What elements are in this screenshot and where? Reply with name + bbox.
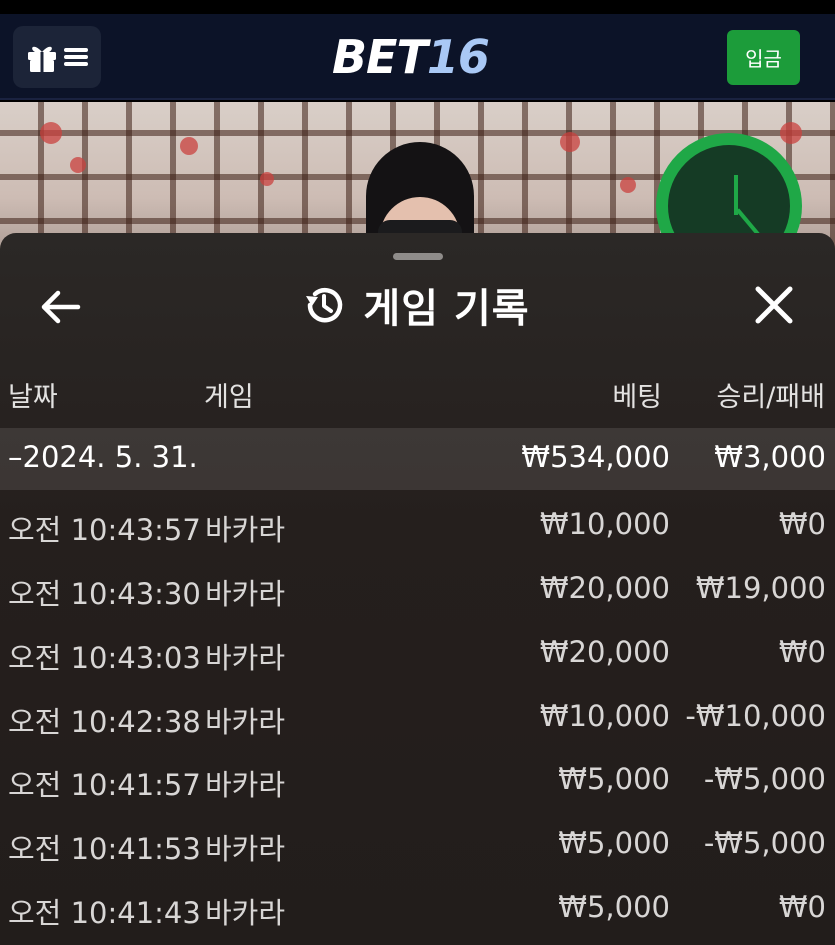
- row-bet: ₩10,000: [539, 699, 670, 733]
- close-icon[interactable]: [752, 283, 796, 327]
- date-summary-row[interactable]: –2024. 5. 31. ₩534,000 ₩3,000: [0, 428, 835, 490]
- row-win-loss: ₩0: [778, 635, 826, 669]
- row-time: 오전 10:41:43: [8, 896, 201, 930]
- row-win-loss: -₩10,000: [685, 699, 826, 733]
- history-row[interactable]: 오전 10:43:30 바카라 ₩20,000 ₩19,000: [0, 559, 835, 621]
- blossom-decoration: [260, 172, 274, 186]
- column-header-date[interactable]: 날짜: [8, 375, 58, 415]
- logo-text-accent: 16: [426, 30, 490, 84]
- row-time: 오전 10:41:57: [8, 768, 201, 802]
- row-game: 바카라: [205, 768, 286, 802]
- row-win-loss: ₩0: [778, 890, 826, 924]
- gift-icon: [28, 46, 56, 72]
- row-bet: ₩5,000: [558, 826, 670, 860]
- history-row[interactable]: 오전 10:42:38 바카라 ₩10,000 -₩10,000: [0, 687, 835, 749]
- row-time: 오전 10:41:53: [8, 832, 201, 866]
- history-icon: [306, 288, 343, 323]
- row-time: 오전 10:42:38: [8, 705, 201, 739]
- history-row[interactable]: 오전 10:43:03 바카라 ₩20,000 ₩0: [0, 623, 835, 685]
- history-row[interactable]: 오전 10:43:57 바카라 ₩10,000 ₩0: [0, 495, 835, 557]
- row-bet: ₩5,000: [558, 890, 670, 924]
- blossom-decoration: [70, 157, 86, 173]
- row-game: 바카라: [205, 896, 286, 930]
- row-win-loss: ₩19,000: [695, 571, 826, 605]
- row-bet: ₩20,000: [539, 571, 670, 605]
- history-row[interactable]: 오전 10:41:43 바카라 ₩5,000 ₩0: [0, 878, 835, 940]
- row-game: 바카라: [205, 513, 286, 547]
- blossom-decoration: [780, 122, 802, 144]
- row-game: 바카라: [205, 832, 286, 866]
- row-win-loss: ₩0: [778, 507, 826, 541]
- blossom-decoration: [180, 137, 198, 155]
- row-time: 오전 10:43:57: [8, 513, 201, 547]
- row-win-loss: -₩5,000: [703, 826, 826, 860]
- row-time: 오전 10:43:03: [8, 641, 201, 675]
- hamburger-icon: [64, 48, 88, 66]
- row-game: 바카라: [205, 705, 286, 739]
- game-history-sheet: 게임 기록 날짜 게임 베팅 승리/패배 –2024. 5. 31. ₩534,…: [0, 233, 835, 945]
- history-row[interactable]: 오전 10:41:53 바카라 ₩5,000 -₩5,000: [0, 814, 835, 876]
- logo-text-main: BET: [332, 30, 428, 84]
- summary-win-loss-total: ₩3,000: [714, 440, 826, 474]
- row-bet: ₩20,000: [539, 635, 670, 669]
- column-header-bet[interactable]: 베팅: [612, 375, 662, 415]
- summary-date: –2024. 5. 31.: [8, 440, 198, 474]
- status-bar: [0, 0, 835, 14]
- blossom-decoration: [620, 177, 636, 193]
- sheet-drag-handle[interactable]: [393, 253, 443, 260]
- sheet-header: 게임 기록: [0, 277, 835, 333]
- row-game: 바카라: [205, 641, 286, 675]
- deposit-button[interactable]: 입금: [727, 30, 800, 85]
- history-row[interactable]: 오전 10:41:57 바카라 ₩5,000 -₩5,000: [0, 750, 835, 812]
- column-header-game[interactable]: 게임: [204, 375, 254, 415]
- row-win-loss: -₩5,000: [703, 762, 826, 796]
- blossom-decoration: [560, 132, 580, 152]
- row-bet: ₩5,000: [558, 762, 670, 796]
- column-header-win-loss[interactable]: 승리/패배: [717, 375, 825, 415]
- brand-logo[interactable]: BET16: [332, 30, 490, 84]
- summary-bet-total: ₩534,000: [521, 440, 670, 474]
- blossom-decoration: [40, 122, 62, 144]
- row-bet: ₩10,000: [539, 507, 670, 541]
- top-bar: BET16 입금: [0, 14, 835, 100]
- sheet-title: 게임 기록: [363, 286, 530, 332]
- gift-menu-button[interactable]: [13, 26, 101, 88]
- row-time: 오전 10:43:30: [8, 577, 201, 611]
- row-game: 바카라: [205, 577, 286, 611]
